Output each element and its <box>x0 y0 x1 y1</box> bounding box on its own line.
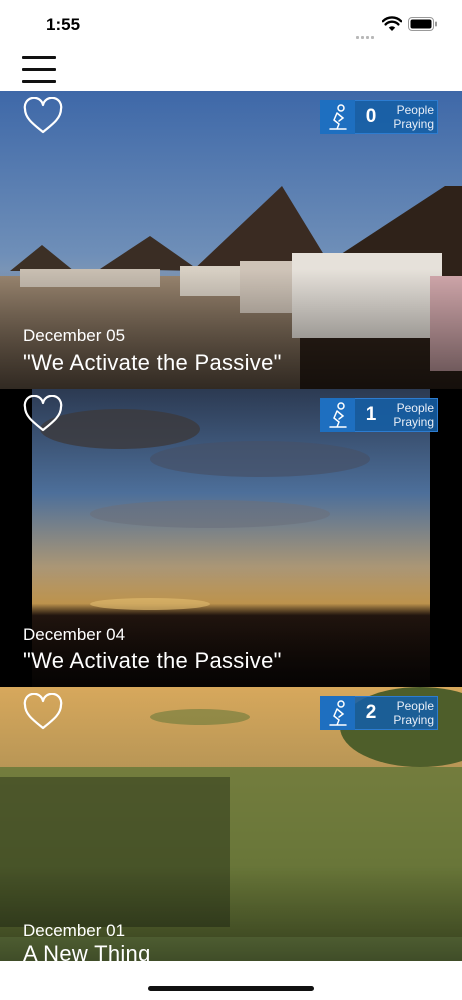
nav-bar <box>0 48 462 91</box>
card-date: December 04 <box>23 625 126 644</box>
praying-label: People Praying <box>393 699 434 727</box>
home-indicator[interactable] <box>148 986 314 991</box>
praying-person-icon <box>320 99 355 134</box>
signal-dots-icon <box>356 26 376 44</box>
devotional-card[interactable]: 1 People Praying December 04 "We Activat… <box>0 389 462 687</box>
praying-label: People Praying <box>393 401 434 429</box>
status-bar: 1:55 <box>0 0 462 48</box>
praying-person-icon <box>320 695 355 730</box>
home-indicator-area <box>0 961 462 1000</box>
battery-icon <box>408 17 437 31</box>
devotional-card[interactable]: 0 People Praying December 05 "We Activat… <box>0 91 462 389</box>
wifi-icon <box>382 16 402 31</box>
praying-count: 1 <box>365 404 377 425</box>
heart-favorite-icon[interactable] <box>22 693 64 731</box>
praying-count: 0 <box>365 106 377 127</box>
devotional-feed[interactable]: 0 People Praying December 05 "We Activat… <box>0 91 462 961</box>
card-title: "We Activate the Passive" <box>23 648 282 673</box>
card-date: December 05 <box>23 326 126 345</box>
people-praying-badge[interactable]: 0 People Praying <box>320 99 438 134</box>
heart-favorite-icon[interactable] <box>22 97 64 135</box>
hamburger-menu-icon[interactable] <box>22 53 58 83</box>
people-praying-badge[interactable]: 1 People Praying <box>320 397 438 432</box>
devotional-card[interactable]: 2 People Praying December 01 A New Thing <box>0 687 462 961</box>
heart-favorite-icon[interactable] <box>22 395 64 433</box>
card-title: A New Thing <box>23 941 151 961</box>
people-praying-badge[interactable]: 2 People Praying <box>320 695 438 730</box>
status-time: 1:55 <box>46 15 81 34</box>
praying-count: 2 <box>365 702 377 723</box>
praying-label: People Praying <box>393 103 434 131</box>
praying-person-icon <box>320 397 355 432</box>
card-title: "We Activate the Passive" <box>23 350 282 375</box>
card-date: December 01 <box>23 921 126 940</box>
